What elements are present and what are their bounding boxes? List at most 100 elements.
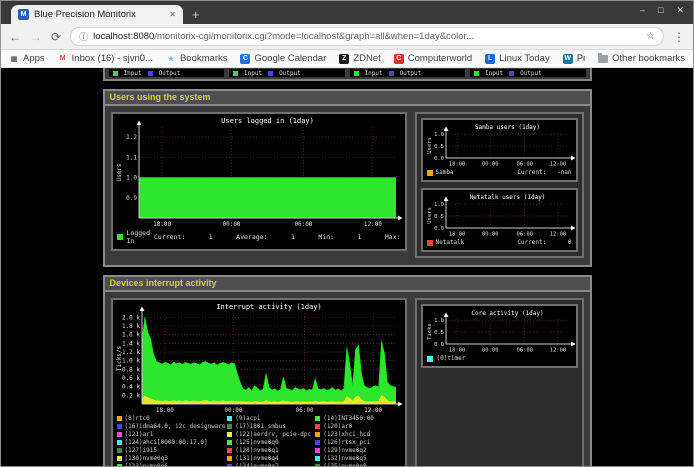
svg-text:2.0 k: 2.0 k [121,314,139,321]
interrupt-legend-entry: (129)nvme0q2 [315,447,400,454]
svg-text:1.2: 1.2 [126,134,137,141]
legend-swatch [117,424,122,429]
legend-label: (130)nvme0q3 [125,455,168,462]
page-content: Input Output Input Output Input Output [103,68,592,466]
netatalk-users-graph[interactable]: 0.00.51.018:0000:0006:0012:00Netatalk us… [425,192,576,238]
svg-text:00:00: 00:00 [481,348,498,354]
legend-label: Output [520,70,542,77]
maximize-button[interactable]: □ [658,5,663,16]
interrupt-legend-entry: (133)nvme0q6 [117,463,228,466]
interrupt-legend-entry: (120)ar0 [315,423,400,430]
tab-title: Blue Precision Monitorix [34,9,164,20]
svg-text:1.0: 1.0 [434,132,444,138]
bookmark-label: Bookmarks [180,53,228,64]
legend-label: (0)timer [437,355,466,362]
legend-swatch [227,448,232,453]
interrupt-legend-entry: (127)i915 [117,447,228,454]
address-bar[interactable]: ⓘ localhost:8080/monitorix-cgi/monitorix… [70,27,664,46]
chart-samba-users[interactable]: 0.00.51.018:0000:0006:0012:00Samba users… [421,118,578,182]
interrupt-legend-entry: (135)nvme0q8 [315,463,400,466]
reload-button[interactable]: ⟳ [51,30,61,44]
close-button[interactable]: ✕ [676,5,684,16]
bookmark-item[interactable]: C Google Calendar [240,53,326,64]
site-info-icon[interactable]: ⓘ [79,30,88,43]
legend-swatch [117,234,123,240]
legend-swatch [315,456,320,461]
partial-legend[interactable]: Input Output [470,69,586,77]
partial-legend[interactable]: Input Output [350,69,466,77]
bookmark-item[interactable]: Z ZDNet [339,53,380,64]
titlebar: M Blue Precision Monitorix ✕ + – □ ✕ [1,1,693,24]
legend-swatch [148,71,153,76]
svg-text:0.8 k: 0.8 k [121,366,139,373]
url-text[interactable]: localhost:8080/monitorix-cgi/monitorix.c… [93,31,641,42]
svg-text:1.0: 1.0 [434,202,444,208]
tab-close-icon[interactable]: ✕ [169,10,176,19]
partial-legend[interactable]: Input Output [229,69,345,77]
legend-swatch [427,240,433,246]
interrupt-legend-entry: (8)rtc0 [117,415,228,422]
interrupt-legend-entry: (131)nvme0q4 [227,455,315,462]
interrupts-right-column: 0.00.51.018:0000:0006:0012:00Core activi… [415,298,584,466]
legend-label: (126)rtsx_pci [323,439,370,446]
interrupt-legend-entry: (123)xhci_hcd [315,431,400,438]
bookmark-item[interactable]: L Linux Today [485,53,550,64]
chart-core-activity[interactable]: 0.00.51.018:0000:0006:0012:00Core activi… [421,304,578,368]
interrupt-legend-entry: (16)idma64.0, i2c_designware.0 [117,423,228,430]
svg-text:1.2 k: 1.2 k [121,349,139,356]
core-activity-graph[interactable]: 0.00.51.018:0000:0006:0012:00Core activi… [425,308,576,354]
svg-text:18:00: 18:00 [448,232,465,238]
interrupt-legend-entry: (128)nvme0q1 [227,447,315,454]
legend-swatch [227,416,232,421]
legend-swatch [117,440,122,445]
bookmarks-bar: ▦ Apps M Inbox (16) - sjvn0... ★ Bookmar… [1,50,693,68]
svg-text:12:00: 12:00 [549,232,566,238]
legend-swatch [117,416,122,421]
minimize-button[interactable]: – [640,5,645,16]
interrupt-legend-entry: (17)i801_smbus [227,423,315,430]
legend-label: (8)rtc0 [125,415,150,422]
legend-swatch [509,71,514,76]
bookmark-star-icon[interactable]: ☆ [646,31,655,42]
interrupt-legend-entry: (132)nvme0q5 [315,455,400,462]
core-legend: (0)timer [425,354,574,364]
bookmark-item[interactable]: M Inbox (16) - sjvn0... [58,53,153,64]
legend-swatch [227,432,232,437]
bookmark-label: Apps [23,53,45,64]
new-tab-button[interactable]: + [192,8,200,21]
samba-users-graph[interactable]: 0.00.51.018:0000:0006:0012:00Samba users… [425,122,576,168]
svg-text:06:00: 06:00 [516,232,533,238]
svg-text:12:00: 12:00 [549,348,566,354]
back-button[interactable]: ← [9,30,21,44]
browser-toolbar: ← → ⟳ ⓘ localhost:8080/monitorix-cgi/mon… [1,24,693,50]
window-controls: – □ ✕ [640,5,684,16]
legend-label: Samba [436,169,454,176]
svg-text:1.4 k: 1.4 k [121,340,139,347]
interrupt-legend-entry: (125)nvme0q0 [227,439,315,446]
interrupt-activity-graph[interactable]: 0.2 k0.4 k0.6 k0.8 k1.0 k1.2 k1.4 k1.6 k… [115,302,403,414]
legend-label: (125)nvme0q0 [235,439,278,446]
bookmark-item[interactable]: W Practical Technol... [563,53,585,64]
other-bookmarks-button[interactable]: Other bookmarks [598,53,685,64]
samba-legend: Samba Current: -nan [425,168,574,178]
browser-tab[interactable]: M Blue Precision Monitorix ✕ [11,5,183,24]
browser-menu-icon[interactable]: ⋮ [673,30,685,44]
forward-button[interactable]: → [30,30,42,44]
svg-text:0.5: 0.5 [434,144,444,150]
bookmark-item[interactable]: ▦ Apps [9,53,45,64]
svg-text:0.0: 0.0 [434,342,444,348]
legend-swatch [227,456,232,461]
svg-text:0.5: 0.5 [434,214,444,220]
legend-swatch [315,424,320,429]
bookmark-favicon-icon: C [240,54,250,64]
interrupt-legend-entry: (9)acpi [227,415,315,422]
bookmark-item[interactable]: C Computerworld [394,53,472,64]
chart-users-logged-in[interactable]: 0.91.01.11.218:0000:0006:0012:00Users lo… [111,112,407,251]
legend-swatch [315,440,320,445]
chart-netatalk-users[interactable]: 0.00.51.018:0000:0006:0012:00Netatalk us… [421,188,578,252]
svg-text:06:00: 06:00 [295,407,313,414]
users-logged-in-graph[interactable]: 0.91.01.11.218:0000:0006:0012:00Users lo… [115,116,403,228]
bookmark-item[interactable]: ★ Bookmarks [166,53,228,64]
chart-interrupt-activity[interactable]: 0.2 k0.4 k0.6 k0.8 k1.0 k1.2 k1.4 k1.6 k… [111,298,407,466]
partial-legend[interactable]: Input Output [109,69,225,77]
